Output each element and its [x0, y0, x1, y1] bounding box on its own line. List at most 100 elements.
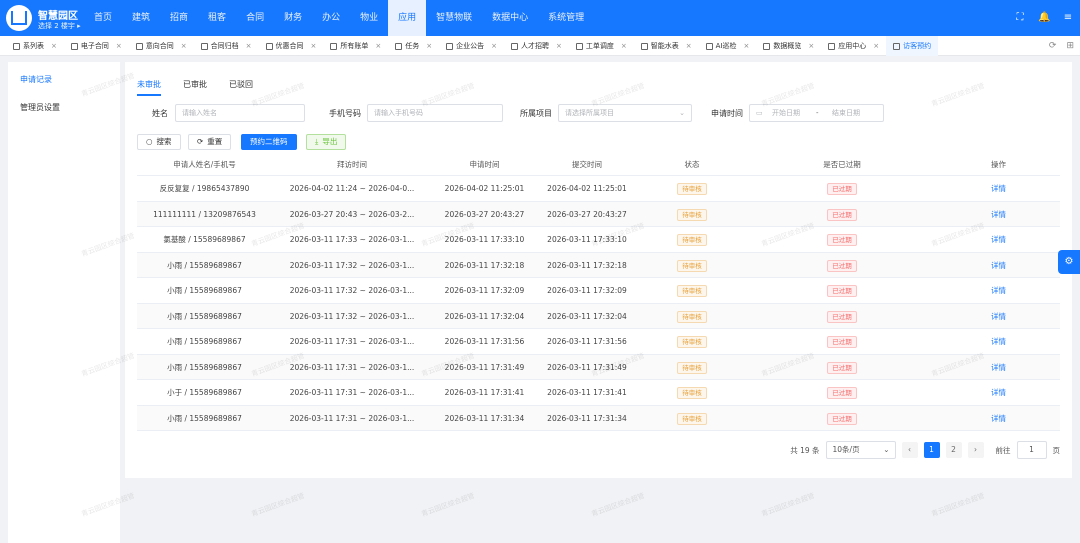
- cell-action[interactable]: 详情: [937, 202, 1060, 228]
- close-icon[interactable]: ×: [873, 36, 879, 56]
- goto-page-input[interactable]: 1: [1016, 441, 1047, 459]
- reset-button[interactable]: ⟳ 重置: [188, 134, 232, 150]
- tab-item[interactable]: 电子合同 ×: [64, 36, 129, 56]
- approval-tab[interactable]: 已驳回: [229, 79, 253, 96]
- cell-action[interactable]: 详情: [937, 355, 1060, 381]
- cell-expired: 已过期: [742, 227, 942, 253]
- approval-tab[interactable]: 未审批: [137, 79, 161, 96]
- nav-item[interactable]: 应用: [388, 0, 427, 36]
- cell-applied: 2026-03-11 17:31:34: [444, 413, 525, 423]
- cell-action[interactable]: 详情: [937, 329, 1060, 355]
- cell-status: 待审核: [642, 253, 742, 279]
- search-button[interactable]: ○ 搜索: [137, 134, 181, 150]
- nav-item[interactable]: 数据中心: [482, 0, 538, 36]
- nav-item[interactable]: 合同: [236, 0, 274, 36]
- tab-item[interactable]: 数据概览 ×: [756, 36, 821, 56]
- building-selector[interactable]: 选择 2 楼宇 ▸: [38, 21, 81, 31]
- cell-applied: 2026-03-11 17:32:04: [444, 311, 525, 321]
- tab-item[interactable]: 应用中心 ×: [821, 36, 886, 56]
- cell-submitted: 2026-03-11 17:32:18: [547, 260, 627, 270]
- phone-input[interactable]: 请输入手机号码: [367, 104, 503, 122]
- date-range-picker[interactable]: ▭ 开始日期 - 结束日期: [749, 104, 884, 122]
- detail-link: 详情: [991, 184, 1006, 193]
- nav-item[interactable]: 招商: [160, 0, 198, 36]
- prev-page-button[interactable]: ‹: [901, 442, 918, 458]
- nav-item[interactable]: 租客: [198, 0, 236, 36]
- status-badge: 待审核: [677, 361, 707, 374]
- project-select[interactable]: 请选择所属项目 ⌄: [558, 104, 692, 122]
- close-icon[interactable]: ×: [246, 36, 252, 56]
- cell-applicant: 小雨 / 15589689867: [167, 337, 242, 346]
- grid-icon[interactable]: ⊞: [1066, 41, 1074, 51]
- refresh-icon[interactable]: ⟳: [1049, 41, 1057, 51]
- tab-item[interactable]: 人才招聘 ×: [504, 36, 569, 56]
- next-page-button[interactable]: ›: [967, 442, 984, 458]
- close-icon[interactable]: ×: [51, 36, 57, 56]
- name-input[interactable]: 请输入姓名: [175, 104, 305, 122]
- close-icon[interactable]: ×: [181, 36, 187, 56]
- export-button[interactable]: ⤓ 导出: [306, 134, 347, 150]
- gear-icon[interactable]: ⚙: [1058, 250, 1080, 274]
- refresh-icon: ⟳: [197, 137, 204, 146]
- cell-action[interactable]: 详情: [937, 253, 1060, 279]
- close-icon[interactable]: ×: [375, 36, 381, 56]
- nav-item[interactable]: 系统管理: [538, 0, 594, 36]
- close-icon[interactable]: ×: [556, 36, 562, 56]
- close-icon[interactable]: ×: [116, 36, 122, 56]
- tab-item[interactable]: 企业公告 ×: [439, 36, 504, 56]
- page-size-select[interactable]: 10条/页 ⌄: [825, 441, 896, 459]
- fullscreen-icon[interactable]: ⛶: [1014, 12, 1026, 24]
- close-icon[interactable]: ×: [311, 36, 317, 56]
- close-icon[interactable]: ×: [686, 36, 692, 56]
- tab-label: 所有账单: [340, 42, 369, 50]
- sidebar-item[interactable]: 管理员设置: [8, 94, 120, 122]
- tab-item[interactable]: 意向合同 ×: [129, 36, 194, 56]
- cell-action[interactable]: 详情: [937, 380, 1060, 406]
- tab-item[interactable]: 合同归档 ×: [194, 36, 259, 56]
- tab-item[interactable]: 优惠合同 ×: [259, 36, 324, 56]
- cell-applicant: 反反复复 / 19865437890: [159, 184, 250, 193]
- end-date: 结束日期: [832, 109, 860, 117]
- nav-item[interactable]: 物业: [350, 0, 388, 36]
- nav-item[interactable]: 首页: [84, 0, 122, 36]
- cell-submitted: 2026-04-02 11:25:01: [547, 184, 627, 193]
- tab-item[interactable]: AI巡检 ×: [699, 36, 757, 56]
- sidebar-item[interactable]: 申请记录: [8, 66, 120, 94]
- close-icon[interactable]: ×: [491, 36, 497, 56]
- tab-label: 电子合同: [80, 42, 109, 50]
- close-icon[interactable]: ×: [621, 36, 627, 56]
- tab-item[interactable]: 所有账单 ×: [323, 36, 388, 56]
- close-icon[interactable]: ×: [743, 36, 749, 56]
- calendar-icon: ▭: [756, 109, 763, 117]
- qrcode-button[interactable]: 预约二维码: [241, 134, 297, 150]
- approval-tab[interactable]: 已审批: [183, 79, 207, 96]
- nav-item[interactable]: 办公: [312, 0, 350, 36]
- tabs-controls: ⟳ ⊞: [1049, 36, 1074, 56]
- cell-action[interactable]: 详情: [937, 176, 1060, 202]
- tab-item[interactable]: 工单调度 ×: [569, 36, 634, 56]
- cell-action[interactable]: 详情: [937, 304, 1060, 330]
- cell-action[interactable]: 详情: [937, 227, 1060, 253]
- cell-action[interactable]: 详情: [937, 278, 1060, 304]
- date-separator: -: [816, 109, 819, 117]
- page-button[interactable]: 2: [945, 442, 962, 458]
- tab-item[interactable]: 访客预约: [886, 36, 939, 56]
- nav-item[interactable]: 建筑: [122, 0, 160, 36]
- close-icon[interactable]: ×: [808, 36, 814, 56]
- tab-icon: [446, 42, 454, 50]
- tab-item[interactable]: 任务 ×: [388, 36, 439, 56]
- nav-item[interactable]: 财务: [274, 0, 312, 36]
- cell-expired: 已过期: [742, 253, 942, 279]
- cell-status: 待审核: [642, 304, 742, 330]
- close-icon[interactable]: ×: [426, 36, 432, 56]
- tab-item[interactable]: 系列表 ×: [6, 36, 64, 56]
- tab-item[interactable]: 智能水表 ×: [634, 36, 699, 56]
- bell-icon[interactable]: 🔔: [1038, 12, 1050, 24]
- cell-action[interactable]: 详情: [937, 406, 1060, 432]
- nav-item[interactable]: 智慧物联: [426, 0, 482, 36]
- page-button[interactable]: 1: [923, 442, 940, 458]
- cell-submitted: 2026-03-11 17:31:56: [547, 337, 627, 346]
- watermark: 青云园区综合超管: [250, 491, 306, 519]
- cell-visit: 2026-03-27 20:43 ~ 2026-03-2...: [289, 209, 415, 219]
- settings-icon[interactable]: ≡: [1062, 12, 1074, 24]
